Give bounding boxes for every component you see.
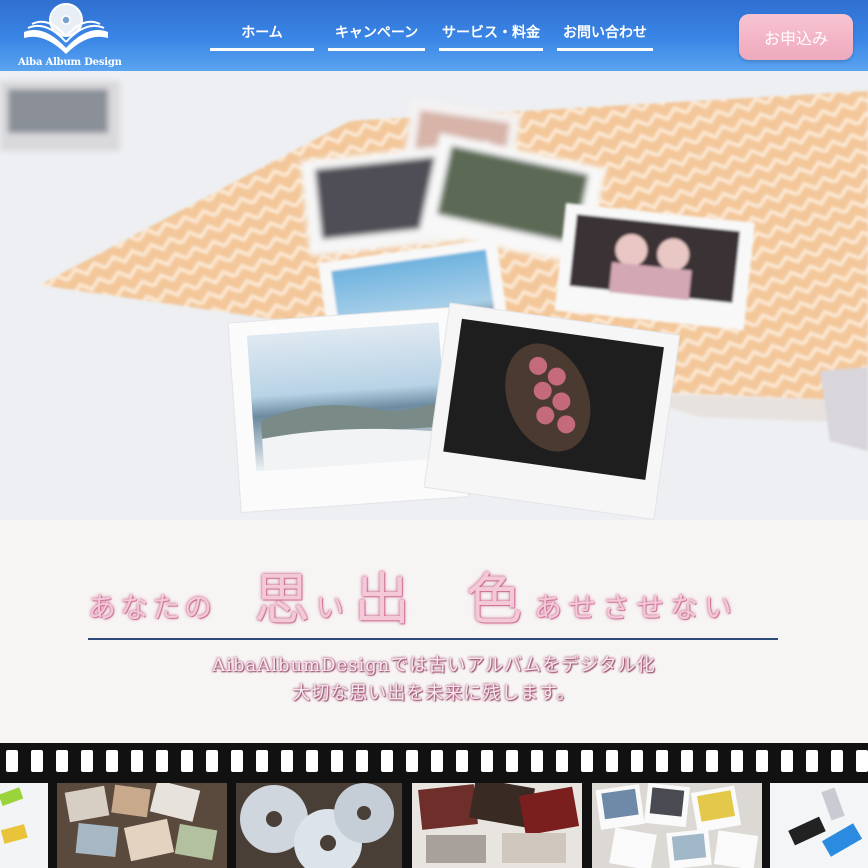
film-hole — [831, 750, 843, 772]
film-hole — [531, 750, 543, 772]
tagline-line-1: AibaAlbumDesignでは古いアルバムをデジタル化 — [212, 655, 656, 676]
film-frame-usb-drives — [0, 783, 48, 868]
film-hole — [756, 750, 768, 772]
film-hole — [806, 750, 818, 772]
film-hole — [556, 750, 568, 772]
film-hole — [231, 750, 243, 772]
nav-contact[interactable]: お問い合わせ — [557, 22, 653, 51]
headline-part-de: 出 — [354, 568, 410, 633]
logo-text: Aiba Album Design — [18, 57, 122, 68]
film-hole — [456, 750, 468, 772]
film-hole — [256, 750, 268, 772]
film-hole — [856, 750, 868, 772]
film-sprocket-holes — [0, 750, 868, 774]
tagline-line-2: 大切な思い出を未来に残します。 — [292, 683, 576, 704]
polaroids-photo — [592, 783, 762, 868]
film-hole — [31, 750, 43, 772]
film-hole — [6, 750, 18, 772]
film-hole — [656, 750, 668, 772]
headline-part-asesasenai: あせさせない — [534, 591, 739, 624]
film-hole — [56, 750, 68, 772]
film-hole — [331, 750, 343, 772]
old-albums-photo — [412, 783, 582, 868]
film-hole — [381, 750, 393, 772]
film-frame-polaroids — [592, 783, 762, 868]
film-hole — [781, 750, 793, 772]
headline: あなたの 思 い 出 色 あせさせない — [88, 560, 778, 638]
tagline-section: あなたの 思 い 出 色 あせさせない AibaAlbumDesignでは古いア… — [0, 520, 868, 743]
film-hole — [406, 750, 418, 772]
cd-discs-photo — [236, 783, 402, 868]
film-frame-cd-discs — [236, 783, 402, 868]
hero-polaroids-illustration — [0, 71, 868, 520]
film-hole — [181, 750, 193, 772]
headline-part-omo: 思 — [254, 568, 310, 633]
film-hole — [731, 750, 743, 772]
nav-campaign[interactable]: キャンペーン — [328, 22, 425, 51]
film-hole — [356, 750, 368, 772]
nav-home[interactable]: ホーム — [210, 22, 314, 51]
site-logo[interactable]: Aiba Album Design — [16, 2, 122, 70]
film-hole — [606, 750, 618, 772]
film-hole — [131, 750, 143, 772]
film-hole — [481, 750, 493, 772]
film-frame-scattered-photos — [57, 783, 227, 868]
hero-image — [0, 71, 868, 520]
headline-part-iro: 色 — [466, 568, 522, 633]
tagline-description: AibaAlbumDesignでは古いアルバムをデジタル化 大切な思い出を未来に… — [0, 652, 868, 708]
film-hole — [206, 750, 218, 772]
main-nav: ホーム キャンペーン サービス・料金 お問い合わせ — [210, 22, 667, 51]
film-hole — [706, 750, 718, 772]
headline-part-anatano: あなたの — [88, 591, 217, 624]
headline-divider — [88, 638, 778, 640]
apply-button[interactable]: お申込み — [739, 14, 853, 60]
film-hole — [506, 750, 518, 772]
book-disc-icon — [24, 3, 108, 54]
film-hole — [431, 750, 443, 772]
film-frame-usb-sticks — [770, 783, 868, 868]
site-header: Aiba Album Design ホーム キャンペーン サービス・料金 お問い… — [0, 0, 868, 71]
film-hole — [306, 750, 318, 772]
film-hole — [106, 750, 118, 772]
film-hole — [156, 750, 168, 772]
page: Aiba Album Design ホーム キャンペーン サービス・料金 お問い… — [0, 0, 868, 868]
film-hole — [681, 750, 693, 772]
film-hole — [281, 750, 293, 772]
headline-part-i: い — [316, 591, 345, 624]
film-frame-old-albums — [412, 783, 582, 868]
nav-services-pricing[interactable]: サービス・料金 — [439, 22, 543, 51]
film-hole — [581, 750, 593, 772]
film-hole — [631, 750, 643, 772]
usb-sticks-photo — [770, 783, 868, 868]
scattered-photos-photo — [57, 783, 227, 868]
usb-drives-photo — [0, 783, 48, 868]
film-hole — [81, 750, 93, 772]
film-strip — [0, 743, 868, 868]
